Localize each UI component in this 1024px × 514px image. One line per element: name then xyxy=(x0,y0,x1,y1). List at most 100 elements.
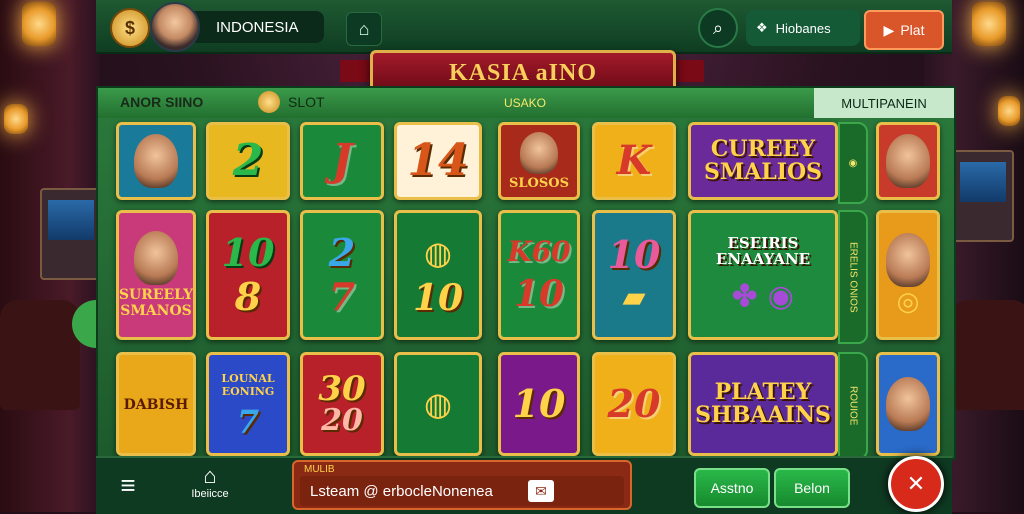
home-button[interactable]: ⌂ Ibeiicce xyxy=(178,464,242,508)
game-panel: ANOR SIINO SLOT USAKO MULTIPANEIN 2 J 14… xyxy=(96,86,956,460)
side-tab[interactable]: ROUIOE xyxy=(838,352,868,460)
promo-tile[interactable]: CUREEY SMALIOS xyxy=(688,122,838,200)
avatar[interactable] xyxy=(150,2,200,52)
player-portrait xyxy=(520,131,558,174)
coin-icon[interactable]: $ xyxy=(110,8,150,48)
game-tile[interactable]: ◍ xyxy=(394,352,482,456)
home-label: Ibeiicce xyxy=(191,488,229,500)
category-bar: ANOR SIINO SLOT USAKO MULTIPANEIN xyxy=(98,88,954,118)
home-icon: ⌂ xyxy=(203,463,217,488)
game-tile[interactable]: SLOSOS xyxy=(498,122,580,200)
country-label: INDONESIA xyxy=(216,18,299,36)
gift-icon: ❖ xyxy=(756,20,768,35)
promo-title: PLATEY SHBAAINS xyxy=(695,378,831,428)
tile-number: 10 xyxy=(607,231,661,277)
game-tile[interactable]: 2 xyxy=(206,122,290,200)
tile-number: 2 xyxy=(232,135,264,186)
tile-number: 14 xyxy=(407,135,469,186)
tile-caption: SUREELY SMANOS xyxy=(118,287,194,319)
scroll-arrow[interactable]: ◉ xyxy=(838,122,868,204)
game-tile[interactable]: 10 ▰ xyxy=(592,210,676,340)
game-tile[interactable]: LOUNAL EONING 7 xyxy=(206,352,290,456)
coin-icon xyxy=(258,91,280,113)
game-tile[interactable]: 30 20 xyxy=(300,352,384,456)
tile-number: 30 xyxy=(318,369,366,409)
tile-number: 10 xyxy=(513,273,565,315)
game-tile[interactable]: DABISH xyxy=(116,352,196,456)
side-tab-label: ROUIOE xyxy=(847,386,859,426)
tile-number: 10 xyxy=(512,381,566,426)
action-button-1-label: Asstno xyxy=(710,480,754,496)
bonus-label: Hiobanes xyxy=(775,20,831,36)
lantern-decoration xyxy=(998,96,1020,126)
side-tab-label: ERELIS ONIOS xyxy=(847,241,859,313)
side-tab[interactable]: ERELIS ONIOS xyxy=(838,210,868,344)
tab-multiplayer-label: MULTIPANEIN xyxy=(841,95,927,111)
close-icon[interactable]: ✕ xyxy=(888,456,944,512)
tile-number: 2 xyxy=(328,230,356,275)
tile-caption: DABISH xyxy=(123,397,189,413)
action-button-1[interactable]: Asstno xyxy=(694,468,770,508)
tile-number: J xyxy=(331,135,353,186)
tile-number: 7 xyxy=(328,274,356,319)
shop-icon[interactable]: ⌂ xyxy=(346,12,382,46)
menu-icon[interactable]: ≡ xyxy=(112,470,144,500)
tile-number: 20 xyxy=(607,381,661,426)
slot-machine-decoration xyxy=(952,150,1014,242)
chat-input[interactable] xyxy=(300,476,624,506)
promo-title: ESEIRIS ENAAYANE xyxy=(715,233,811,268)
bonus-button[interactable]: ❖ Hiobanes xyxy=(746,10,860,46)
lantern-decoration xyxy=(4,104,28,134)
search-icon[interactable]: ⌕ xyxy=(698,8,738,48)
gold-bar-icon: ▰ xyxy=(622,279,646,315)
promo-title: CUREEY SMALIOS xyxy=(703,135,823,185)
slot-machine-decoration xyxy=(40,188,102,280)
tile-caption: SLOSOS xyxy=(509,175,569,191)
chair-decoration xyxy=(0,300,80,410)
spin-icon: ◎ xyxy=(896,287,920,317)
promo-tile[interactable]: ESEIRIS ENAAYANE ✤ ◉ xyxy=(688,210,838,340)
category-logo[interactable]: ANOR SIINO xyxy=(120,94,203,110)
action-button-2[interactable]: Belon xyxy=(774,468,850,508)
game-tile[interactable]: ◍ 10 xyxy=(394,210,482,340)
clover-icon: ✤ ◉ xyxy=(732,279,794,315)
game-tile-portrait[interactable]: ◎ xyxy=(876,210,940,340)
game-tile[interactable]: 14 xyxy=(394,122,482,200)
game-tile[interactable]: K xyxy=(592,122,676,200)
game-tile[interactable]: 10 8 xyxy=(206,210,290,340)
tile-number: 20 xyxy=(321,403,363,438)
game-tile[interactable]: 10 xyxy=(498,352,580,456)
play-label: Plat xyxy=(900,22,925,38)
promo-tile[interactable]: PLATEY SHBAAINS xyxy=(688,352,838,456)
tab-multiplayer[interactable]: MULTIPANEIN xyxy=(814,88,954,118)
tab-center[interactable]: USAKO xyxy=(504,96,546,110)
game-tile-portrait[interactable] xyxy=(876,352,940,456)
game-tile[interactable]: SUREELY SMANOS xyxy=(116,210,196,340)
tile-number: 8 xyxy=(234,274,262,319)
bottom-bar: ≡ ⌂ Ibeiicce MULIB ✉ Asstno Belon xyxy=(96,456,952,514)
game-tile[interactable]: K60 10 xyxy=(498,210,580,340)
tile-number: K xyxy=(616,137,652,184)
tab-slot[interactable]: SLOT xyxy=(288,94,325,110)
play-button[interactable]: ▶ Plat xyxy=(864,10,944,50)
game-tile[interactable]: J xyxy=(300,122,384,200)
coin-icon: ◍ xyxy=(424,385,452,423)
game-tile[interactable]: 27 xyxy=(300,210,384,340)
chair-decoration xyxy=(950,300,1024,410)
lantern-decoration xyxy=(22,2,56,46)
top-bar: $ INDONESIA ⌂ ⌕ ❖ Hiobanes ▶ Plat xyxy=(96,0,952,54)
country-selector[interactable]: INDONESIA xyxy=(188,11,324,43)
coin-icon: ◍ xyxy=(424,234,452,272)
game-tile-portrait[interactable] xyxy=(116,122,196,200)
game-tile-portrait[interactable] xyxy=(876,122,940,200)
lantern-decoration xyxy=(972,2,1006,46)
player-portrait xyxy=(134,231,178,285)
game-tile[interactable]: 20 xyxy=(592,352,676,456)
tile-number: K60 xyxy=(507,235,571,268)
player-portrait xyxy=(886,377,930,431)
tile-caption: LOUNAL EONING xyxy=(221,372,275,398)
tile-number: 10 xyxy=(221,230,275,275)
send-icon[interactable]: ✉ xyxy=(528,480,554,502)
play-icon: ▶ xyxy=(883,21,895,38)
player-portrait xyxy=(886,134,930,188)
